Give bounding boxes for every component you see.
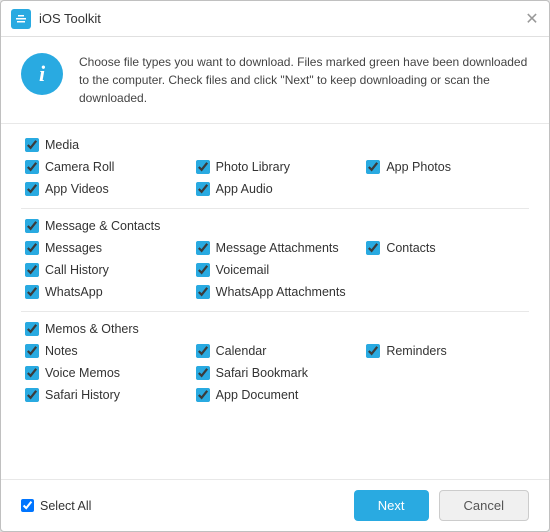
list-item: Media xyxy=(25,136,188,154)
checkbox-app-photos[interactable] xyxy=(366,160,380,174)
checkbox-label: Contacts xyxy=(386,241,435,255)
footer-buttons: Next Cancel xyxy=(354,490,529,521)
list-item: Safari Bookmark xyxy=(196,364,359,382)
list-item: WhatsApp xyxy=(25,283,188,301)
list-item: Camera Roll xyxy=(25,158,188,176)
checkbox-label: Voice Memos xyxy=(45,366,120,380)
media-checkboxes: Media Camera Roll Photo Library App Phot… xyxy=(21,136,529,198)
app-icon xyxy=(11,9,31,29)
list-item: Calendar xyxy=(196,342,359,360)
checkbox-notes[interactable] xyxy=(25,344,39,358)
window-title: iOS Toolkit xyxy=(39,11,525,26)
list-item: Call History xyxy=(25,261,188,279)
next-button[interactable]: Next xyxy=(354,490,429,521)
checkbox-call-history[interactable] xyxy=(25,263,39,277)
checkbox-label: Photo Library xyxy=(216,160,290,174)
close-button[interactable]: ✕ xyxy=(525,12,539,26)
checkbox-label: Call History xyxy=(45,263,109,277)
checkbox-safari-bookmark[interactable] xyxy=(196,366,210,380)
list-item: Reminders xyxy=(366,342,529,360)
checkbox-messages[interactable] xyxy=(25,241,39,255)
messages-checkboxes: Message & Contacts Messages Message Atta… xyxy=(21,217,529,301)
checkbox-label: Voicemail xyxy=(216,263,270,277)
checkbox-whatsapp[interactable] xyxy=(25,285,39,299)
app-window: iOS Toolkit ✕ i Choose file types you wa… xyxy=(0,0,550,532)
checkbox-label: Safari Bookmark xyxy=(216,366,308,380)
checkbox-media[interactable] xyxy=(25,138,39,152)
divider xyxy=(21,208,529,209)
checkbox-label: Calendar xyxy=(216,344,267,358)
checkbox-app-audio[interactable] xyxy=(196,182,210,196)
checkbox-app-videos[interactable] xyxy=(25,182,39,196)
cancel-button[interactable]: Cancel xyxy=(439,490,529,521)
checkbox-label: WhatsApp xyxy=(45,285,103,299)
list-item: Message & Contacts xyxy=(25,217,188,235)
list-item: Messages xyxy=(25,239,188,257)
checkbox-safari-history[interactable] xyxy=(25,388,39,402)
checkbox-label: App Photos xyxy=(386,160,451,174)
checkbox-voicemail[interactable] xyxy=(196,263,210,277)
checkbox-label: Message & Contacts xyxy=(45,219,160,233)
checkbox-app-document[interactable] xyxy=(196,388,210,402)
checkbox-message-attachments[interactable] xyxy=(196,241,210,255)
list-item: Contacts xyxy=(366,239,529,257)
info-icon: i xyxy=(21,53,63,95)
divider xyxy=(21,311,529,312)
list-item: App Photos xyxy=(366,158,529,176)
checkbox-label: WhatsApp Attachments xyxy=(216,285,346,299)
checkbox-label: Reminders xyxy=(386,344,446,358)
list-item: Safari History xyxy=(25,386,188,404)
titlebar: iOS Toolkit ✕ xyxy=(1,1,549,37)
checkbox-label: Media xyxy=(45,138,79,152)
list-item: WhatsApp Attachments xyxy=(196,283,359,301)
list-item: App Audio xyxy=(196,180,359,198)
checkbox-label: App Audio xyxy=(216,182,273,196)
checkbox-label: App Videos xyxy=(45,182,109,196)
checkbox-camera-roll[interactable] xyxy=(25,160,39,174)
checkbox-photo-library[interactable] xyxy=(196,160,210,174)
info-text: Choose file types you want to download. … xyxy=(79,53,529,107)
list-item: Memos & Others xyxy=(25,320,188,338)
footer: Select All Next Cancel xyxy=(1,479,549,531)
checkbox-message-contacts[interactable] xyxy=(25,219,39,233)
select-all-label: Select All xyxy=(40,499,91,513)
section-messages: Message & Contacts Messages Message Atta… xyxy=(21,217,529,301)
list-item: Voice Memos xyxy=(25,364,188,382)
memos-checkboxes: Memos & Others Notes Calendar Reminders … xyxy=(21,320,529,404)
section-memos: Memos & Others Notes Calendar Reminders … xyxy=(21,320,529,404)
select-all-checkbox[interactable] xyxy=(21,499,34,512)
checkbox-label: App Document xyxy=(216,388,299,402)
checkbox-label: Notes xyxy=(45,344,78,358)
list-item: Notes xyxy=(25,342,188,360)
checkbox-label: Messages xyxy=(45,241,102,255)
section-media: Media Camera Roll Photo Library App Phot… xyxy=(21,136,529,198)
checkbox-whatsapp-attachments[interactable] xyxy=(196,285,210,299)
checkbox-calendar[interactable] xyxy=(196,344,210,358)
checkbox-label: Safari History xyxy=(45,388,120,402)
checkbox-label: Memos & Others xyxy=(45,322,139,336)
list-item: Message Attachments xyxy=(196,239,359,257)
list-item: App Videos xyxy=(25,180,188,198)
list-item: Voicemail xyxy=(196,261,359,279)
select-all-container: Select All xyxy=(21,499,91,513)
checkbox-reminders[interactable] xyxy=(366,344,380,358)
list-item: App Document xyxy=(196,386,359,404)
checkbox-memos-others[interactable] xyxy=(25,322,39,336)
checkbox-label: Message Attachments xyxy=(216,241,339,255)
checkbox-label: Camera Roll xyxy=(45,160,114,174)
content-area: Media Camera Roll Photo Library App Phot… xyxy=(1,124,549,479)
checkbox-contacts[interactable] xyxy=(366,241,380,255)
info-bar: i Choose file types you want to download… xyxy=(1,37,549,124)
list-item: Photo Library xyxy=(196,158,359,176)
checkbox-voice-memos[interactable] xyxy=(25,366,39,380)
